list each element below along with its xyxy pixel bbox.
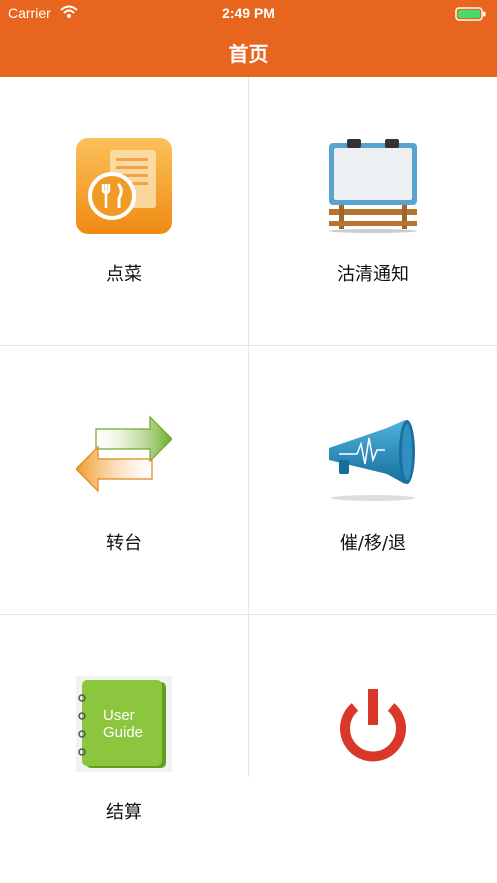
power-icon xyxy=(325,679,421,775)
menu-item-sold-out-notice[interactable]: 沽清通知 xyxy=(249,77,497,345)
menu-order-icon xyxy=(76,138,172,234)
guide-text-line1: User xyxy=(103,707,135,724)
menu-item-label: 点菜 xyxy=(106,264,142,285)
status-bar: Carrier 2:49 PM xyxy=(0,0,497,26)
menu-item-logout[interactable] xyxy=(249,615,497,883)
menu-item-label: 催/移/退 xyxy=(339,533,407,554)
battery-icon xyxy=(455,6,487,25)
transfer-arrows-icon xyxy=(75,409,173,505)
menu-item-transfer-table[interactable]: 转台 xyxy=(0,346,248,614)
user-guide-icon: User Guide xyxy=(76,676,172,772)
billboard-icon xyxy=(325,137,421,233)
menu-item-label: 转台 xyxy=(106,533,142,554)
page-title: 首页 xyxy=(228,42,269,66)
status-time: 2:49 PM xyxy=(222,5,275,21)
menu-item-order[interactable]: 点菜 xyxy=(0,77,248,345)
megaphone-icon xyxy=(325,414,421,510)
menu-item-label: 沽清通知 xyxy=(337,264,409,285)
menu-grid: 点菜 沽清通知 转台 催/移/退 User Guide 结算 xyxy=(0,77,497,883)
menu-item-label: 结算 xyxy=(106,802,142,823)
menu-item-checkout[interactable]: User Guide 结算 xyxy=(0,615,248,883)
nav-bar: 首页 xyxy=(0,26,497,77)
menu-item-urge-move-return[interactable]: 催/移/退 xyxy=(249,346,497,614)
guide-text-line2: Guide xyxy=(103,724,143,741)
